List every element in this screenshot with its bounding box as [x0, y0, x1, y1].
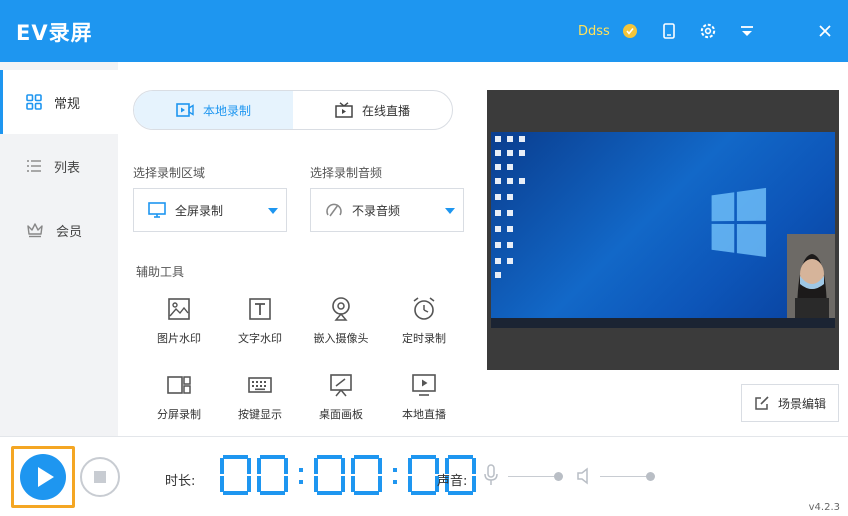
- alarm-clock-icon: [413, 297, 435, 320]
- gear-icon[interactable]: [696, 19, 720, 43]
- timer-digit-glyph: [351, 455, 382, 495]
- user-name[interactable]: Ddss: [578, 24, 610, 39]
- desktop-screenshot: [491, 132, 835, 328]
- microphone-icon[interactable]: [483, 464, 499, 486]
- monitor-icon: [148, 202, 166, 218]
- crown-icon: [27, 223, 43, 238]
- record-area-dropdown[interactable]: 全屏录制: [133, 188, 287, 232]
- timer-colon: [388, 460, 402, 490]
- timer-digit: [220, 455, 251, 495]
- tools-label: 辅助工具: [136, 265, 185, 279]
- chevron-down-icon: [445, 208, 455, 214]
- tab-label: 在线直播: [361, 103, 410, 118]
- slider-handle[interactable]: [646, 472, 655, 481]
- chevron-down-icon: [268, 208, 278, 214]
- sidebar-item-general[interactable]: 常规: [0, 70, 118, 134]
- windows-logo-icon: [711, 187, 768, 259]
- tool-label: 本地直播: [402, 408, 446, 421]
- timer-digit-glyph: [220, 455, 251, 495]
- device-icon[interactable]: [657, 19, 681, 43]
- tool-label: 图片水印: [157, 332, 201, 345]
- record-audio-dropdown[interactable]: 不录音频: [310, 188, 464, 232]
- tool-label: 文字水印: [238, 332, 282, 345]
- easel-icon: [330, 374, 352, 397]
- tool-embed-camera[interactable]: 嵌入摄像头: [301, 296, 381, 356]
- split-screen-icon: [167, 376, 191, 394]
- timer-colon: [294, 460, 308, 490]
- stop-button[interactable]: [80, 457, 120, 497]
- tool-key-display[interactable]: 按键显示: [220, 372, 300, 432]
- tool-label: 分屏录制: [157, 408, 201, 421]
- tool-label: 嵌入摄像头: [313, 332, 369, 345]
- close-icon[interactable]: [813, 19, 837, 43]
- sidebar-item-label: 列表: [54, 160, 81, 176]
- sidebar-item-label: 常规: [54, 96, 81, 112]
- mode-tabs: 本地录制 在线直播: [133, 90, 453, 130]
- coin-icon[interactable]: [618, 19, 642, 43]
- play-button[interactable]: [20, 454, 66, 500]
- mic-volume-slider[interactable]: [508, 472, 563, 481]
- scene-edit-label: 场景编辑: [777, 396, 826, 411]
- control-bar: 时长: 声音: v4.2.3: [0, 436, 848, 516]
- timer-digit: [314, 455, 345, 495]
- edit-icon: [755, 396, 769, 410]
- tool-image-watermark[interactable]: 图片水印: [139, 296, 219, 356]
- screen-play-icon: [412, 374, 436, 396]
- record-area-value: 全屏录制: [175, 203, 224, 218]
- tool-desktop-whiteboard[interactable]: 桌面画板: [301, 372, 381, 432]
- sidebar-item-member[interactable]: 会员: [0, 198, 118, 262]
- tool-label: 按键显示: [238, 408, 282, 421]
- timer-digit-glyph: [314, 455, 345, 495]
- keyboard-icon: [248, 377, 272, 393]
- main-panel: 本地录制 在线直播 选择录制区域 全屏录制 选择录制音频 不录音频 辅助工具 图…: [118, 62, 848, 436]
- tool-text-watermark[interactable]: 文字水印: [220, 296, 300, 356]
- webcam-overlay: [787, 234, 835, 318]
- speaker-volume-slider[interactable]: [600, 472, 655, 481]
- tab-online-live[interactable]: 在线直播: [293, 91, 452, 129]
- desktop-taskbar: [491, 318, 835, 328]
- recording-preview: [487, 90, 839, 370]
- volume-label: 声音:: [437, 474, 468, 489]
- slider-handle[interactable]: [554, 472, 563, 481]
- timer-digit: [351, 455, 382, 495]
- text-icon: [249, 298, 271, 320]
- tv-icon: [335, 102, 353, 118]
- tool-timed-record[interactable]: 定时录制: [384, 296, 464, 356]
- record-audio-label: 选择录制音频: [310, 166, 383, 180]
- list-icon: [27, 160, 41, 172]
- sidebar-item-list[interactable]: 列表: [0, 134, 118, 198]
- app-title: EV录屏: [16, 21, 93, 45]
- video-icon: [176, 103, 194, 117]
- sidebar-item-label: 会员: [56, 224, 83, 240]
- timer-digit: [257, 455, 288, 495]
- minimize-icon[interactable]: [735, 19, 759, 43]
- tab-local-record[interactable]: 本地录制: [134, 91, 293, 129]
- record-area-label: 选择录制区域: [133, 166, 206, 180]
- version-label: v4.2.3: [808, 502, 840, 513]
- timer-digit-glyph: [257, 455, 288, 495]
- mute-icon: [326, 203, 342, 217]
- sidebar: 常规 列表 会员: [0, 62, 118, 436]
- tool-label: 定时录制: [402, 332, 446, 345]
- scene-edit-button[interactable]: 场景编辑: [741, 384, 839, 422]
- tool-label: 桌面画板: [319, 408, 363, 421]
- title-bar: EV录屏 Ddss: [0, 0, 848, 62]
- timer-digit-glyph: [408, 455, 439, 495]
- duration-label: 时长:: [165, 474, 196, 489]
- tool-local-live[interactable]: 本地直播: [384, 372, 464, 432]
- play-highlight: [11, 446, 75, 508]
- timer-digit: [408, 455, 439, 495]
- image-icon: [168, 298, 190, 320]
- grid-icon: [26, 94, 42, 110]
- webcam-icon: [332, 297, 350, 321]
- record-audio-value: 不录音频: [352, 203, 401, 218]
- tool-split-record[interactable]: 分屏录制: [139, 372, 219, 432]
- speaker-icon[interactable]: [576, 467, 592, 485]
- tab-label: 本地录制: [202, 103, 251, 118]
